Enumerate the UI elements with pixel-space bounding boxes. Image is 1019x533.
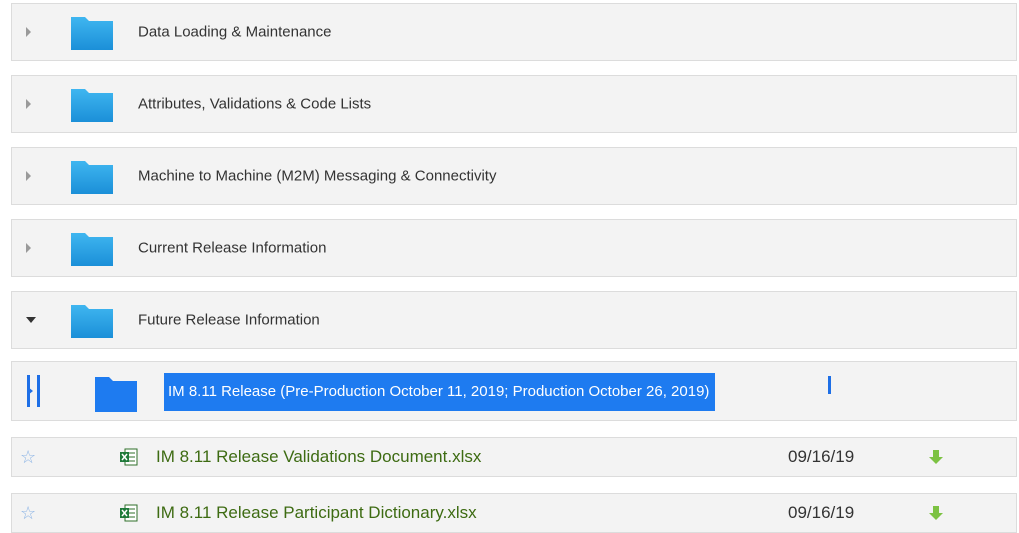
folder-icon bbox=[70, 13, 114, 51]
download-arrow-icon[interactable] bbox=[929, 449, 943, 465]
folder-icon bbox=[94, 373, 138, 413]
folder-icon bbox=[70, 85, 114, 123]
folder-icon bbox=[70, 229, 114, 267]
download-arrow-icon[interactable] bbox=[929, 505, 943, 521]
subfolder-label[interactable]: IM 8.11 Release (Pre-Production October … bbox=[164, 373, 716, 411]
file-row[interactable]: ☆ IM 8.11 Release Participant Dictionary… bbox=[11, 493, 1017, 533]
expand-caret-icon[interactable] bbox=[26, 27, 31, 37]
folder-label[interactable]: Future Release Information bbox=[138, 312, 320, 329]
excel-file-icon bbox=[120, 448, 138, 466]
folder-icon bbox=[70, 301, 114, 339]
file-row[interactable]: ☆ IM 8.11 Release Validations Document.x… bbox=[11, 437, 1017, 477]
file-name-link[interactable]: IM 8.11 Release Validations Document.xls… bbox=[156, 447, 481, 467]
text-cursor bbox=[828, 376, 831, 394]
folder-row-m2m[interactable]: Machine to Machine (M2M) Messaging & Con… bbox=[11, 147, 1017, 205]
expand-caret-icon[interactable] bbox=[26, 99, 31, 109]
favorite-star-icon[interactable]: ☆ bbox=[20, 448, 36, 466]
folder-label[interactable]: Machine to Machine (M2M) Messaging & Con… bbox=[138, 168, 496, 185]
favorite-star-icon[interactable]: ☆ bbox=[20, 504, 36, 522]
expand-caret-icon[interactable] bbox=[26, 243, 31, 253]
folder-label[interactable]: Current Release Information bbox=[138, 240, 326, 257]
folder-icon bbox=[70, 157, 114, 195]
folder-row-future-release[interactable]: Future Release Information bbox=[11, 291, 1017, 349]
subfolder-row-im-8-11[interactable]: IM 8.11 Release (Pre-Production October … bbox=[11, 361, 1017, 421]
folder-label[interactable]: Attributes, Validations & Code Lists bbox=[138, 96, 371, 113]
folder-label[interactable]: Data Loading & Maintenance bbox=[138, 24, 331, 41]
excel-file-icon bbox=[120, 504, 138, 522]
expand-caret-icon[interactable] bbox=[26, 171, 31, 181]
folder-row-attributes[interactable]: Attributes, Validations & Code Lists bbox=[11, 75, 1017, 133]
expand-caret-icon[interactable] bbox=[24, 375, 42, 407]
folder-row-current-release[interactable]: Current Release Information bbox=[11, 219, 1017, 277]
file-date: 09/16/19 bbox=[788, 503, 855, 522]
file-name-link[interactable]: IM 8.11 Release Participant Dictionary.x… bbox=[156, 503, 477, 523]
collapse-caret-icon[interactable] bbox=[26, 317, 36, 323]
folder-row-data-loading[interactable]: Data Loading & Maintenance bbox=[11, 3, 1017, 61]
file-date: 09/16/19 bbox=[788, 447, 855, 466]
